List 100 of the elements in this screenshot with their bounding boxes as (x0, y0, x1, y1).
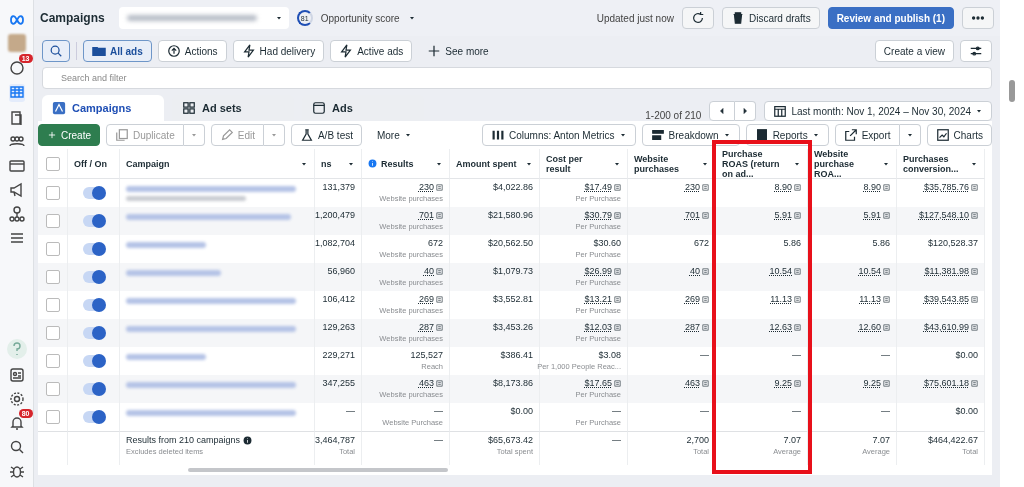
toggle-switch[interactable] (82, 327, 105, 339)
note-icon (883, 267, 890, 275)
breakdown-button[interactable]: Breakdown (641, 124, 740, 146)
note-icon (436, 267, 443, 275)
refresh-icon (690, 11, 705, 25)
caret-icon (189, 131, 198, 139)
toggle-switch[interactable] (82, 187, 105, 199)
toggle-switch[interactable] (82, 271, 105, 283)
row-checkbox[interactable] (45, 242, 60, 256)
toggle-switch[interactable] (82, 383, 105, 395)
column-header[interactable]: ns (315, 149, 362, 179)
select-all-checkbox[interactable] (45, 156, 60, 171)
folder-icon (92, 44, 106, 58)
table-icon (8, 84, 25, 100)
caret-icon (811, 131, 820, 139)
account-dropdown[interactable] (118, 7, 289, 29)
toggle-switch[interactable] (82, 355, 105, 367)
row-checkbox[interactable] (45, 382, 60, 396)
bolt-icon (241, 44, 256, 58)
row-checkbox[interactable] (45, 326, 60, 340)
filter-chip[interactable]: See more (418, 40, 498, 62)
create-button[interactable]: Create (38, 124, 100, 146)
next-button[interactable] (735, 101, 757, 121)
create-view-button[interactable]: Create a view (874, 40, 954, 62)
id-card-icon (8, 367, 25, 383)
results-summary: Results from 210 campaigns (126, 435, 241, 445)
scrollbar-thumb[interactable] (188, 468, 448, 472)
column-header[interactable]: Website purchase ROA... (808, 149, 897, 179)
table-cell: $11,381.98 (897, 263, 985, 291)
discard-button[interactable]: Discard drafts (721, 7, 820, 29)
filter-chip[interactable]: Actions (157, 40, 227, 62)
toggle-switch[interactable] (82, 299, 105, 311)
date-range-button[interactable]: Last month: Nov 1, 2024 – Nov 30, 2024 (764, 101, 992, 121)
table-cell: $1,079.73 (450, 263, 540, 291)
note-icon (794, 295, 801, 303)
more-button[interactable] (962, 7, 994, 29)
note-icon (794, 323, 801, 331)
duplicate-menu-button[interactable] (183, 124, 205, 146)
filter-chip[interactable]: All ads (83, 40, 152, 62)
table-cell: 347,255 (315, 375, 362, 403)
columns-button[interactable]: Columns: Anton Metrics (482, 124, 636, 146)
grid-icon (182, 101, 196, 115)
column-header[interactable]: Website purchases (628, 149, 716, 179)
table-cell: $21,580.96 (450, 207, 540, 235)
customize-button[interactable] (960, 40, 992, 62)
row-checkbox[interactable] (45, 186, 60, 200)
column-header[interactable]: Purchase ROAS (return on ad... (716, 149, 808, 179)
previous-button[interactable] (709, 101, 736, 121)
right-icon (741, 107, 750, 115)
note-icon (971, 295, 978, 303)
publish-button[interactable]: Review and publish (1) (827, 7, 954, 29)
table-cell: 5.91 (716, 207, 808, 235)
toggle-switch[interactable] (82, 215, 105, 227)
export-menu-button[interactable] (899, 124, 921, 146)
scrollbar-thumb[interactable] (1009, 80, 1015, 102)
note-icon (614, 379, 621, 387)
filter-chip[interactable]: Active ads (330, 40, 413, 62)
note-icon (436, 379, 443, 387)
card-icon (8, 158, 25, 174)
note-icon (614, 267, 621, 275)
row-checkbox[interactable] (45, 298, 60, 312)
note-icon (702, 267, 709, 275)
column-header[interactable]: Off / On (68, 149, 120, 179)
help-icon[interactable] (6, 339, 27, 359)
column-header[interactable]: Purchases conversion... (897, 149, 985, 179)
row-checkbox[interactable] (45, 354, 60, 368)
caret-icon (403, 131, 412, 139)
column-header[interactable]: Campaign (120, 149, 315, 179)
ab-test-button[interactable]: A/B test (290, 124, 362, 146)
caret-icon (975, 107, 983, 115)
search-field[interactable]: Search and filter (42, 67, 992, 89)
charts-button[interactable]: Charts (926, 124, 992, 146)
row-checkbox[interactable] (45, 214, 60, 228)
toggle-switch[interactable] (82, 411, 105, 423)
table-cell: $0.00 (897, 403, 985, 431)
search-button[interactable] (42, 40, 70, 62)
tab[interactable]: Campaigns (42, 95, 164, 121)
export-button[interactable]: Export (834, 124, 900, 146)
breakdown-icon (650, 128, 665, 142)
export-icon (843, 128, 858, 142)
avatar[interactable] (7, 34, 26, 52)
refresh-button[interactable] (681, 7, 714, 29)
table-cell: $8,173.86 (450, 375, 540, 403)
edit-menu-button[interactable] (263, 124, 285, 146)
note-icon (614, 211, 621, 219)
column-header[interactable]: Results (362, 149, 450, 179)
filter-chip[interactable]: Had delivery (232, 40, 325, 62)
more-menu-button[interactable]: More (367, 124, 421, 146)
table-cell: $127,548.10 (897, 207, 985, 235)
row-checkbox[interactable] (45, 270, 60, 284)
plus-icon (427, 44, 442, 58)
toggle-switch[interactable] (82, 243, 105, 255)
row-checkbox[interactable] (45, 410, 60, 424)
column-header[interactable]: Cost per result (540, 149, 628, 179)
pagination-label: 1-200 of 210 (645, 110, 702, 121)
plus-icon (47, 130, 57, 140)
table-cell: $43,610.99 (897, 319, 985, 347)
note-icon (702, 183, 709, 191)
opportunity-label[interactable]: Opportunity score (320, 12, 400, 24)
column-header[interactable]: Amount spent (450, 149, 540, 179)
